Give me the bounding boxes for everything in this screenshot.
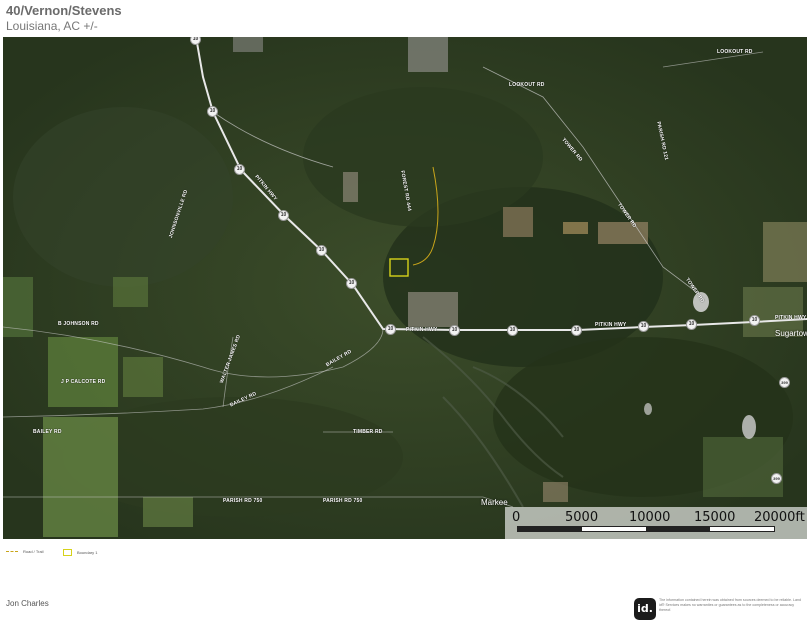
scale-bar: 0 5000 10000 15000 20000ft bbox=[505, 507, 807, 539]
road-label: B JOHNSON RD bbox=[58, 321, 99, 327]
road-label: BAILEY RD bbox=[33, 429, 62, 435]
road-label: PITKIN HWY bbox=[595, 322, 627, 328]
highway-shield: 10 bbox=[571, 325, 582, 336]
page-title: 40/Vernon/Stevens bbox=[6, 3, 122, 18]
scale-label: 15000 bbox=[694, 510, 736, 525]
scale-label: 5000 bbox=[565, 510, 599, 525]
scale-segment bbox=[646, 527, 710, 531]
disclaimer-text: The information contained herein was obt… bbox=[659, 598, 802, 612]
legend-road-trail-label: Road / Trail bbox=[23, 549, 44, 554]
road-label: TIMBER RD bbox=[353, 429, 383, 435]
road-label: PITKIN HWY bbox=[406, 327, 438, 333]
scale-label: 20000ft bbox=[754, 510, 805, 525]
page-subtitle: Louisiana, AC +/- bbox=[6, 19, 98, 33]
highway-shield: 10 bbox=[278, 210, 289, 221]
road-label: LOOKOUT RD bbox=[717, 49, 753, 55]
road-label: J P CALCOTE RD bbox=[61, 379, 106, 385]
legend-boundary: Boundary 1 bbox=[63, 549, 97, 556]
road-label: PARISH RD 750 bbox=[323, 498, 363, 504]
highway-shield: 10 bbox=[207, 106, 218, 117]
highway-shield: 10 bbox=[449, 325, 460, 336]
town-label: Sugartown bbox=[775, 329, 807, 338]
scale-track bbox=[517, 526, 775, 532]
highway-shield: 399 bbox=[771, 473, 782, 484]
highway-shield: 10 bbox=[234, 164, 245, 175]
road-trail-swatch bbox=[6, 551, 18, 552]
highway-shield: 10 bbox=[749, 315, 760, 326]
highway-shield: 10 bbox=[686, 319, 697, 330]
road-label: LOOKOUT RD bbox=[509, 82, 545, 88]
map-header: 40/Vernon/Stevens Louisiana, AC +/- bbox=[6, 3, 122, 34]
brand-logo: id. bbox=[634, 598, 656, 620]
scale-label: 10000 bbox=[629, 510, 671, 525]
road-label: PARISH RD 750 bbox=[223, 498, 263, 504]
highway-shield: 10 bbox=[507, 325, 518, 336]
highway-shield: 10 bbox=[638, 321, 649, 332]
highway-shield: 10 bbox=[316, 245, 327, 256]
road-label: PITKIN HWY bbox=[775, 315, 807, 321]
agent-name: Jon Charles bbox=[6, 599, 49, 608]
satellite-imagery bbox=[3, 37, 807, 539]
highway-shield: 399 bbox=[779, 377, 790, 388]
scale-label: 0 bbox=[512, 510, 521, 525]
town-label: Markee bbox=[481, 498, 508, 507]
legend-road-trail: Road / Trail bbox=[6, 549, 43, 554]
legend-boundary-label: Boundary 1 bbox=[77, 550, 98, 555]
boundary-swatch bbox=[63, 549, 72, 556]
highway-shield: 10 bbox=[385, 324, 396, 335]
highway-shield: 10 bbox=[346, 278, 357, 289]
scale-segment bbox=[518, 527, 582, 531]
satellite-map[interactable]: LOOKOUT RD LOOKOUT RD PARISH RD 121 TOWE… bbox=[3, 37, 807, 539]
